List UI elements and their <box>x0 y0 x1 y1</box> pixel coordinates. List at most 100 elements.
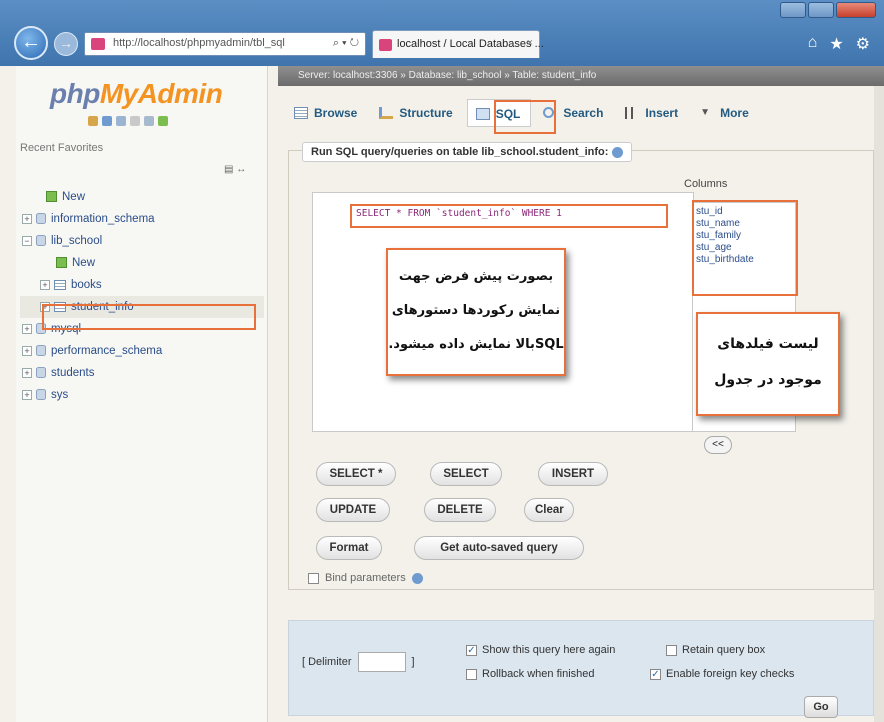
tab-browse[interactable]: Browse <box>286 99 367 127</box>
docs-icon[interactable] <box>130 116 140 126</box>
delimiter-bracket: ] <box>411 656 415 668</box>
structure-icon <box>379 107 394 119</box>
tree-item-label: lib_school <box>51 235 103 247</box>
settings-icon[interactable] <box>144 116 154 126</box>
show-query-checkbox[interactable]: ✓ <box>466 644 477 656</box>
browser-chrome: ← → http://localhost/phpmyadmin/tbl_sql … <box>0 0 884 66</box>
collapse-icon[interactable]: − <box>22 235 32 246</box>
settings-gear-icon[interactable]: ⚙ <box>856 34 870 54</box>
favorites-star-icon[interactable]: ★ <box>829 34 843 54</box>
delimiter-input[interactable] <box>357 652 406 672</box>
option-label: Enable foreign key checks <box>666 668 795 680</box>
insert-column-button[interactable]: << <box>704 436 732 454</box>
breadcrumb[interactable]: Server: localhost:3306 » Database: lib_s… <box>278 66 884 86</box>
site-favicon-icon <box>91 38 105 50</box>
columns-highlight <box>692 200 798 296</box>
tree-item-new-table[interactable]: New <box>20 252 264 274</box>
insert-icon <box>625 107 634 119</box>
home-icon[interactable] <box>88 116 98 126</box>
sql-explanation-callout: بصورت پیش فرض جهت نمایش رکوردها دستورهای… <box>386 248 566 376</box>
tab-more[interactable]: ▼ More <box>692 99 759 127</box>
collapse-all-button[interactable]: ▤ ↔ <box>224 164 254 178</box>
recent-favorites-tabs[interactable]: Recent Favorites <box>20 142 103 154</box>
tree-item-label: sys <box>51 389 69 401</box>
option-label: Show this query here again <box>482 644 616 656</box>
table-tabs: Browse Structure SQL Search Insert ▼ More <box>278 96 884 130</box>
back-button[interactable]: ← <box>14 26 48 60</box>
columns-label: Columns <box>684 178 728 190</box>
fields-explanation-callout: لیست فیلدهای موجود در جدول <box>696 312 840 416</box>
clear-button[interactable]: Clear <box>524 498 574 522</box>
new-icon <box>56 257 67 269</box>
retain-box-checkbox[interactable] <box>666 644 677 656</box>
tree-item-books[interactable]: + books <box>20 274 264 296</box>
scrollbar[interactable] <box>874 86 884 722</box>
tree-item-lib-school[interactable]: − lib_school <box>20 230 264 252</box>
database-icon <box>36 345 46 357</box>
go-button[interactable]: Go <box>804 696 838 718</box>
expand-icon[interactable]: + <box>22 323 32 334</box>
table-icon <box>54 279 66 290</box>
foreign-keys-checkbox[interactable]: ✓ <box>650 668 661 680</box>
tab-close-icon[interactable]: × <box>527 37 533 49</box>
help-icon[interactable] <box>612 146 624 158</box>
logout-icon[interactable] <box>102 116 112 126</box>
format-button[interactable]: Format <box>316 536 382 560</box>
rollback-checkbox[interactable] <box>466 668 477 680</box>
update-button[interactable]: UPDATE <box>316 498 390 522</box>
select-button[interactable]: SELECT <box>430 462 502 486</box>
home-icon[interactable]: ⌂ <box>808 34 818 54</box>
expand-icon[interactable]: + <box>22 367 32 378</box>
minimize-button[interactable] <box>780 2 806 18</box>
expand-icon[interactable]: + <box>22 389 32 400</box>
legend-text: Run SQL query/queries on table lib_schoo… <box>311 146 609 158</box>
expand-icon[interactable]: + <box>40 279 50 290</box>
show-query-option[interactable]: ✓ Show this query here again <box>466 644 615 656</box>
tree-item-performance-schema[interactable]: + performance_schema <box>20 340 264 362</box>
foreign-keys-option[interactable]: ✓ Enable foreign key checks <box>650 668 794 680</box>
delete-button[interactable]: DELETE <box>424 498 496 522</box>
callout-line: موجود در جدول <box>714 372 822 388</box>
help-icon[interactable] <box>116 116 126 126</box>
database-icon <box>36 213 46 225</box>
maximize-button[interactable] <box>808 2 834 18</box>
tab-title: localhost / Local Databases ... <box>397 38 544 50</box>
sql-tab-highlight <box>494 100 556 134</box>
option-label: Rollback when finished <box>482 668 595 680</box>
new-icon <box>46 191 57 203</box>
sql-icon <box>475 108 490 120</box>
select-star-button[interactable]: SELECT * <box>316 462 396 486</box>
tree-item-students[interactable]: + students <box>20 362 264 384</box>
address-bar[interactable]: http://localhost/phpmyadmin/tbl_sql ⌕ ▾ … <box>84 32 366 56</box>
bind-parameters-option[interactable]: Bind parameters <box>308 572 423 584</box>
database-icon <box>36 389 46 401</box>
tab-structure[interactable]: Structure <box>371 99 462 127</box>
expand-icon[interactable]: + <box>22 213 32 224</box>
get-autosaved-query-button[interactable]: Get auto-saved query <box>414 536 584 560</box>
address-tools[interactable]: ⌕ ▾ ↻ <box>333 37 359 50</box>
browser-tab[interactable]: localhost / Local Databases ... × <box>372 30 544 58</box>
database-icon <box>36 235 46 247</box>
tab-label: Structure <box>399 106 453 120</box>
logo-php-text: php <box>50 78 100 109</box>
logo-icon-row <box>88 116 168 126</box>
rollback-option[interactable]: Rollback when finished <box>466 668 595 680</box>
phpmyadmin-logo[interactable]: phpMyAdmin <box>50 78 223 110</box>
delimiter-field: [ Delimiter ] <box>302 652 415 672</box>
callout-line: SQLبالا نمایش داده میشود. <box>388 337 564 352</box>
tab-label: More <box>720 106 749 120</box>
forward-button[interactable]: → <box>54 32 78 56</box>
tree-item-new[interactable]: New <box>20 186 264 208</box>
bind-parameters-checkbox[interactable] <box>308 572 319 584</box>
help-icon[interactable] <box>411 572 423 584</box>
reload-icon[interactable] <box>158 116 168 126</box>
sql-text-highlight <box>350 204 668 228</box>
tree-item-sys[interactable]: + sys <box>20 384 264 406</box>
close-window-button[interactable] <box>836 2 876 18</box>
tab-insert[interactable]: Insert <box>617 99 688 127</box>
expand-icon[interactable]: + <box>22 345 32 356</box>
tree-item-label: students <box>51 367 95 379</box>
insert-button[interactable]: INSERT <box>538 462 608 486</box>
retain-box-option[interactable]: Retain query box <box>666 644 765 656</box>
tree-item-information-schema[interactable]: + information_schema <box>20 208 264 230</box>
